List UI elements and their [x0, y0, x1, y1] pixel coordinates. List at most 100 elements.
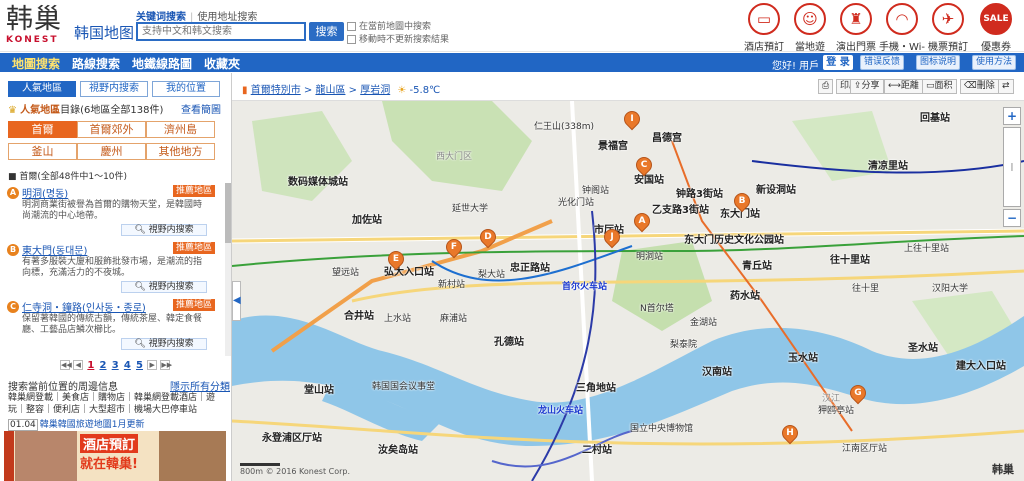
map-label: 清凉里站 [868, 161, 908, 172]
map-label: 狎鸥亭站 [818, 406, 855, 416]
magnifier-icon: 🔍︎ [134, 339, 146, 349]
konest-logo[interactable]: 韩巢 KONEST [6, 6, 68, 46]
checkbox-icon[interactable] [347, 22, 356, 31]
quick-hotel[interactable]: ▭ 酒店預訂 [738, 3, 790, 53]
quick-label: 酒店預訂 [744, 42, 784, 53]
map-label: N首尔塔 [640, 304, 674, 314]
overview-link[interactable]: 查看簡圖 [181, 101, 221, 116]
marker-badge: A [7, 187, 19, 199]
header: 韩巢 KONEST 韩国地图 关键词搜索|使用地址搜索 搜索 在當前地圖中搜索 … [0, 0, 1024, 64]
login-button[interactable]: 登 录 [823, 55, 853, 70]
page-link[interactable]: 2 [100, 360, 107, 371]
weather-icon: ☀ [397, 85, 407, 96]
view-search-button[interactable]: 🔍︎ 視野内搜索 [121, 224, 207, 236]
map-label: 乙支路3街站 [652, 205, 709, 216]
region-jeju[interactable]: 濟州島 [146, 121, 215, 138]
scale-bar [240, 463, 280, 466]
view-search-button[interactable]: 🔍︎ 視野内搜索 [121, 338, 207, 350]
zoom-in-button[interactable]: + [1003, 107, 1021, 125]
next-page-icon[interactable]: ▶ [147, 360, 158, 370]
ad-photo-left [15, 431, 77, 481]
tab-view-search[interactable]: 視野内搜索 [80, 81, 148, 97]
quick-tickets[interactable]: ♜ 演出門票 [830, 3, 882, 53]
search-button[interactable]: 搜索 [309, 22, 344, 41]
breadcrumb-district[interactable]: 龍山區 [315, 85, 345, 96]
category-filters[interactable]: 韓巢網登載｜美食店｜購物店｜韓巢網登載酒店｜遊玩｜整容｜便利店｜大型超市｜機場大… [8, 392, 223, 416]
page-title: 韩国地图 [74, 24, 135, 42]
tab-my-location[interactable]: 我的位置 [152, 81, 220, 97]
region-gyeongju[interactable]: 慶州 [77, 143, 146, 160]
region-seoul[interactable]: 首爾 [8, 121, 77, 138]
list-item[interactable]: C 仁寺洞・鐘路(인사동・종로) 推薦地區 保留著韓國的傳統古韻，傳統茶屋、韓定… [0, 297, 225, 354]
first-page-icon[interactable]: ◀◀ [60, 360, 72, 370]
nav-subway-map[interactable]: 地鐵線路圖 [132, 55, 192, 72]
map-label: 明洞站 [636, 252, 664, 262]
checkbox-icon[interactable] [347, 35, 356, 44]
nav-favorites[interactable]: 收藏夾 [204, 55, 240, 72]
marker-badge: B [7, 244, 19, 256]
legend-button[interactable]: 图标说明 [916, 55, 961, 70]
area-button[interactable]: ▭面积 [922, 79, 957, 94]
airplane-icon: ✈ [932, 3, 964, 35]
hotel-icon: ▭ [748, 3, 780, 35]
prev-page-icon[interactable]: ◀ [73, 360, 84, 370]
map-label: 孔德站 [494, 337, 524, 348]
map-label: 国立中央博物馆 [630, 424, 694, 434]
breadcrumb-city[interactable]: 首爾特別市 [251, 85, 301, 96]
share-button[interactable]: ⇪分享 [850, 79, 884, 94]
news-text[interactable]: 韓巢韓國旅遊地圖1月更新 [40, 420, 145, 430]
recommend-tag: 推薦地區 [172, 299, 215, 311]
map-label: 望远站 [332, 268, 360, 278]
page-link[interactable]: 5 [136, 360, 143, 371]
map-label: 梨泰院 [670, 340, 698, 350]
nav-route-search[interactable]: 路線搜索 [72, 55, 120, 72]
map-label: 往十里 [852, 284, 880, 294]
news-item[interactable]: 01.04 韓巢韓國旅遊地圖1月更新 [8, 417, 223, 431]
search-current-map-checkbox[interactable]: 在當前地圖中搜索 [347, 19, 431, 32]
list-item[interactable]: B 東大門(동대문) 推薦地區 有著多服裝大廈和服飾批發市場，是潮流的指向標，充… [0, 240, 225, 297]
last-page-icon[interactable]: ▶▶ [160, 360, 172, 370]
quick-tour[interactable]: ☺ 當地遊 [784, 3, 836, 53]
nav-map-search[interactable]: 地圖搜索 [12, 55, 60, 72]
hotel-ad-banner[interactable]: 酒店預訂 就在韓巢! [4, 431, 226, 481]
quick-coupons[interactable]: SALE 優惠券 [970, 3, 1022, 53]
scroll-thumb[interactable] [225, 183, 231, 243]
page-link[interactable]: 4 [124, 360, 131, 371]
zoom-out-button[interactable]: − [1003, 209, 1021, 227]
error-report-button[interactable]: 错误反馈 [860, 55, 905, 70]
region-seoul-suburb[interactable]: 首爾郊外 [77, 121, 146, 138]
search-input[interactable] [136, 22, 306, 41]
list-scrollbar[interactable] [225, 183, 231, 356]
no-refresh-checkbox[interactable]: 移動時不更新搜索結果 [347, 32, 449, 45]
view-search-button[interactable]: 🔍︎ 視野内搜索 [121, 281, 207, 293]
collapse-sidebar-icon[interactable]: ◀ [232, 281, 241, 321]
quick-label: 機票預訂 [928, 42, 968, 53]
checkbox-label: 在當前地圖中搜索 [359, 22, 432, 32]
page-link[interactable]: 3 [112, 360, 119, 371]
page-link[interactable]: 1 [87, 360, 94, 371]
route-icon[interactable]: ⇄ [998, 79, 1014, 94]
magnifier-icon: 🔍︎ [134, 225, 146, 235]
map-label: 西大门区 [436, 152, 473, 162]
region-other[interactable]: 其他地方 [146, 143, 215, 160]
delete-button[interactable]: ⌫刪除 [960, 79, 999, 94]
quick-flights[interactable]: ✈ 機票預訂 [922, 3, 974, 53]
map-label: 汉阳大学 [932, 284, 969, 294]
print-icon[interactable]: ⎙ [818, 79, 834, 94]
han-river [232, 315, 1024, 446]
region-busan[interactable]: 釜山 [8, 143, 77, 160]
quick-label: 演出門票 [836, 42, 876, 53]
tab-popular-areas[interactable]: 人氣地區 [8, 81, 76, 97]
zoom-slider[interactable]: | [1003, 127, 1021, 207]
sidebar: 人氣地區 視野内搜索 我的位置 ♛ 人氣地區目錄(6地區全部138件) 查看簡圖… [0, 73, 232, 481]
list-item[interactable]: A 明洞(명동) 推薦地區 明洞商業街被譽為首爾的購物天堂，是韓國時尚潮流的中心… [0, 183, 225, 240]
map-label: 麻浦站 [440, 314, 468, 324]
help-button[interactable]: 使用方法 [972, 55, 1017, 70]
breadcrumb-dong[interactable]: 厚岩洞 [360, 85, 390, 96]
map-canvas[interactable]: ◀ 仁王山(338m) 景福宫 昌德宫 西大门区 安国站 钟路3街站 东大门站 … [232, 101, 1024, 481]
distance-button[interactable]: ⟷距離 [884, 79, 923, 94]
map-label: 回基站 [920, 113, 950, 124]
hide-all-categories[interactable]: 隱示所有分類 [170, 378, 230, 393]
user-greeting: 您好! 用戶 [772, 61, 820, 72]
map-label: 梨大站 [478, 270, 506, 280]
